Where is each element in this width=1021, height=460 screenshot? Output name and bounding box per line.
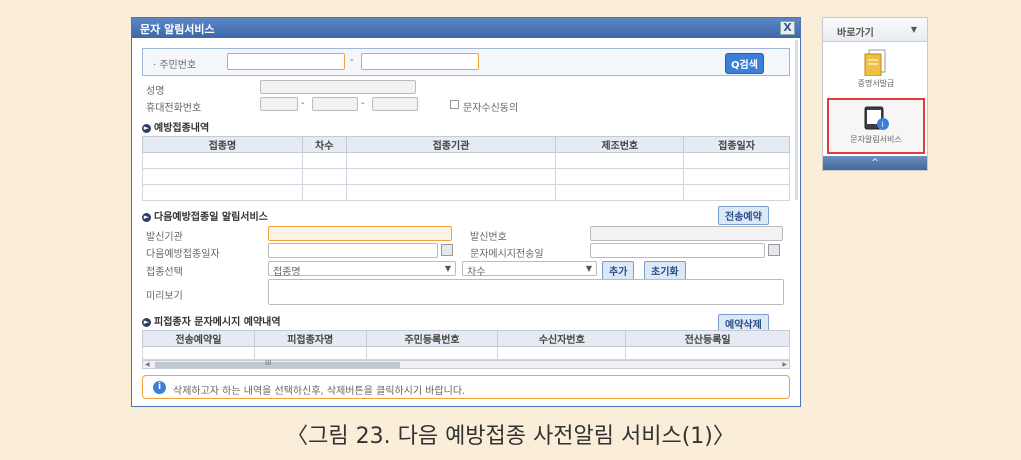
- sms-consent-checkbox[interactable]: [450, 100, 459, 109]
- section-bullet-icon: ►: [142, 212, 151, 222]
- send-date-input[interactable]: [590, 243, 765, 258]
- vaccination-history-table: 접종명 차수 접종기관 제조번호 접종일자: [142, 136, 790, 201]
- document-icon: [864, 49, 886, 77]
- col-lot-no[interactable]: 제조번호: [555, 136, 685, 153]
- name-field: [260, 80, 416, 94]
- window-titlebar: 문자 알림서비스 X: [132, 18, 800, 38]
- calendar-icon[interactable]: [441, 244, 453, 256]
- col-recipient-name[interactable]: 피접종자명: [253, 330, 367, 347]
- phone-part1-field: [260, 97, 298, 111]
- close-button[interactable]: X: [780, 21, 795, 35]
- reservations-title: ► 피접종자 문자메시지 예약내역: [142, 317, 281, 328]
- col-vaccination-date[interactable]: 접종일자: [683, 136, 790, 153]
- next-date-input[interactable]: [268, 243, 438, 258]
- add-button[interactable]: 추가: [602, 261, 635, 280]
- resident-no-separator: -: [350, 55, 354, 66]
- sms-alert-window: 문자 알림서비스 X · 주민번호 - Q검색 성명 휴대전화번호 - - 문자…: [131, 17, 801, 407]
- send-date-label: 문자메시지전송일: [470, 249, 544, 260]
- sender-org-label: 발신기관: [146, 232, 183, 243]
- collapse-button[interactable]: ^: [823, 156, 927, 170]
- phone-sep2: -: [361, 98, 365, 109]
- phone-part2-field: [312, 97, 358, 111]
- table-row[interactable]: [142, 152, 790, 169]
- next-date-label: 다음예방접종일자: [146, 249, 220, 260]
- section-bullet-icon: ►: [142, 123, 151, 133]
- reset-button[interactable]: 초기화: [644, 261, 686, 280]
- dose-select[interactable]: 차수 ▼: [462, 261, 597, 278]
- quick-links-panel: 바로가기 ▼ 증명서발급 i 문자알림서비스 ^: [822, 17, 928, 171]
- scroll-left-icon[interactable]: ◀: [145, 361, 150, 368]
- table-row[interactable]: [142, 346, 790, 360]
- quick-link-sms-alert[interactable]: i 문자알림서비스: [827, 98, 925, 154]
- preview-textarea[interactable]: [268, 279, 784, 305]
- scroll-right-icon[interactable]: ▶: [782, 361, 787, 368]
- search-button[interactable]: Q검색: [725, 53, 764, 74]
- table-row[interactable]: [142, 168, 790, 185]
- col-institution[interactable]: 접종기관: [345, 136, 557, 153]
- sender-no-label: 발신번호: [470, 232, 507, 243]
- vaccination-history-title: ► 예방접종내역: [142, 123, 210, 134]
- sender-no-field: [590, 226, 783, 241]
- resident-no-label: · 주민번호: [153, 60, 197, 71]
- vaccine-name-select[interactable]: 접종명 ▼: [268, 261, 456, 278]
- name-label: 성명: [146, 86, 165, 97]
- sender-org-field[interactable]: [268, 226, 452, 241]
- chevron-down-icon: ▼: [444, 264, 451, 273]
- figure-caption: 〈그림 23. 다음 예방접종 사전알림 서비스(1)〉: [286, 424, 735, 449]
- col-recipient-phone[interactable]: 수신자번호: [497, 330, 627, 347]
- col-registered-date[interactable]: 전산등록일: [625, 330, 790, 347]
- vaccine-select-label: 접종선택: [146, 267, 183, 278]
- col-dose[interactable]: 차수: [301, 136, 347, 153]
- svg-text:i: i: [882, 120, 884, 129]
- quick-link-certificate[interactable]: 증명서발급: [827, 46, 925, 94]
- info-icon: i: [153, 381, 166, 394]
- phone-label: 휴대전화번호: [146, 103, 202, 114]
- reservations-table: 전송예약일 피접종자명 주민등록번호 수신자번호 전산등록일: [142, 330, 790, 360]
- window-title: 문자 알림서비스: [140, 23, 215, 36]
- next-alert-title: ► 다음예방접종일 알림서비스: [142, 212, 268, 223]
- scroll-thumb[interactable]: III: [155, 359, 400, 368]
- search-panel: · 주민번호 - Q검색: [142, 48, 790, 76]
- reservations-hscrollbar[interactable]: ◀ III ▶: [142, 359, 790, 369]
- calendar-icon[interactable]: [768, 244, 780, 256]
- info-message-text: 삭제하고자 하는 내역을 선택하신후, 삭제버튼을 클릭하시기 바랍니다.: [173, 386, 466, 397]
- info-message-bar: i 삭제하고자 하는 내역을 선택하신후, 삭제버튼을 클릭하시기 바랍니다.: [142, 375, 790, 399]
- reserve-send-button[interactable]: 전송예약: [718, 206, 769, 225]
- chevron-down-icon: ▼: [910, 25, 917, 34]
- resident-no-front-input[interactable]: [227, 53, 345, 70]
- sms-consent-label: 문자수신동의: [463, 103, 519, 114]
- col-reserved-date[interactable]: 전송예약일: [142, 330, 255, 347]
- phone-message-icon: i: [864, 106, 889, 130]
- quick-links-header[interactable]: 바로가기 ▼: [823, 18, 927, 42]
- phone-sep1: -: [301, 98, 305, 109]
- preview-label: 미리보기: [146, 291, 183, 302]
- chevron-down-icon: ▼: [585, 264, 592, 273]
- window-scrollbar[interactable]: [795, 40, 798, 200]
- col-resident-no[interactable]: 주민등록번호: [365, 330, 499, 347]
- section-bullet-icon: ►: [142, 317, 151, 327]
- resident-no-back-input[interactable]: [361, 53, 479, 70]
- phone-part3-field: [372, 97, 418, 111]
- col-vaccine-name[interactable]: 접종명: [142, 136, 303, 153]
- table-row[interactable]: [142, 184, 790, 201]
